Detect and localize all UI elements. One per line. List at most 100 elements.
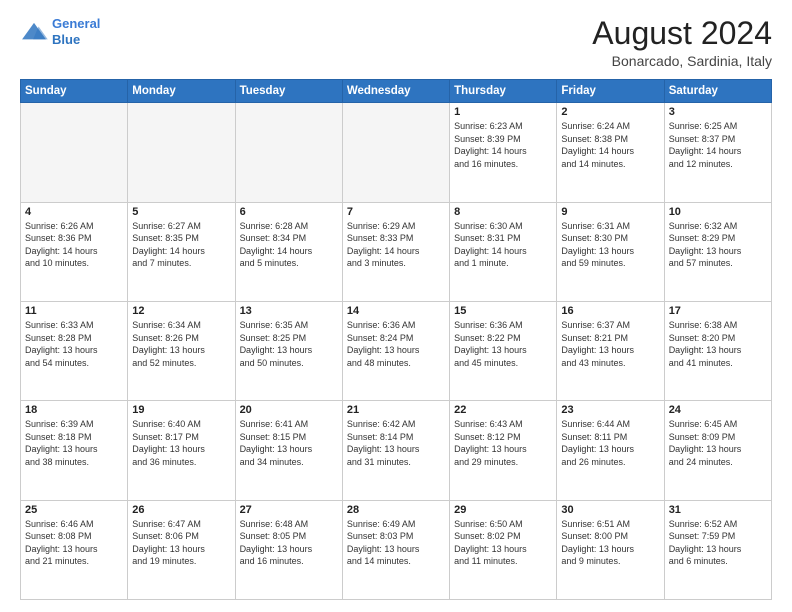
table-row: 2 Sunrise: 6:24 AM Sunset: 8:38 PM Daylig… xyxy=(557,103,664,202)
logo-icon xyxy=(20,21,48,43)
header-wednesday: Wednesday xyxy=(342,80,449,103)
table-row: 15 Sunrise: 6:36 AM Sunset: 8:22 PM Dayli… xyxy=(450,301,557,400)
day-info: Sunrise: 6:47 AM Sunset: 8:06 PM Dayligh… xyxy=(132,518,230,568)
day-number: 10 xyxy=(669,206,767,218)
day-number: 29 xyxy=(454,504,552,516)
day-info: Sunrise: 6:37 AM Sunset: 8:21 PM Dayligh… xyxy=(561,319,659,369)
day-number: 18 xyxy=(25,404,123,416)
calendar-week-row: 18 Sunrise: 6:39 AM Sunset: 8:18 PM Dayli… xyxy=(21,401,772,500)
logo-general: General xyxy=(52,16,100,31)
logo-text: General Blue xyxy=(52,16,100,47)
day-number: 12 xyxy=(132,305,230,317)
day-info: Sunrise: 6:45 AM Sunset: 8:09 PM Dayligh… xyxy=(669,418,767,468)
table-row: 13 Sunrise: 6:35 AM Sunset: 8:25 PM Dayli… xyxy=(235,301,342,400)
day-info: Sunrise: 6:24 AM Sunset: 8:38 PM Dayligh… xyxy=(561,120,659,170)
day-info: Sunrise: 6:40 AM Sunset: 8:17 PM Dayligh… xyxy=(132,418,230,468)
day-number: 31 xyxy=(669,504,767,516)
table-row: 20Sunrise: 6:41 AM Sunset: 8:15 PM Dayli… xyxy=(235,401,342,500)
subtitle: Bonarcado, Sardinia, Italy xyxy=(592,53,772,69)
table-row: 9 Sunrise: 6:31 AM Sunset: 8:30 PM Daylig… xyxy=(557,202,664,301)
header: General Blue August 2024 Bonarcado, Sard… xyxy=(20,16,772,69)
header-friday: Friday xyxy=(557,80,664,103)
table-row xyxy=(342,103,449,202)
logo: General Blue xyxy=(20,16,100,47)
day-number: 3 xyxy=(669,106,767,118)
day-number: 6 xyxy=(240,206,338,218)
table-row xyxy=(21,103,128,202)
day-number: 8 xyxy=(454,206,552,218)
table-row: 8Sunrise: 6:30 AM Sunset: 8:31 PM Daylig… xyxy=(450,202,557,301)
header-saturday: Saturday xyxy=(664,80,771,103)
day-number: 19 xyxy=(132,404,230,416)
day-info: Sunrise: 6:27 AM Sunset: 8:35 PM Dayligh… xyxy=(132,220,230,270)
day-info: Sunrise: 6:36 AM Sunset: 8:22 PM Dayligh… xyxy=(454,319,552,369)
table-row: 29 Sunrise: 6:50 AM Sunset: 8:02 PM Dayli… xyxy=(450,500,557,599)
main-title: August 2024 xyxy=(592,16,772,51)
day-info: Sunrise: 6:31 AM Sunset: 8:30 PM Dayligh… xyxy=(561,220,659,270)
header-thursday: Thursday xyxy=(450,80,557,103)
table-row: 25 Sunrise: 6:46 AM Sunset: 8:08 PM Dayli… xyxy=(21,500,128,599)
day-number: 9 xyxy=(561,206,659,218)
day-number: 5 xyxy=(132,206,230,218)
table-row: 26 Sunrise: 6:47 AM Sunset: 8:06 PM Dayli… xyxy=(128,500,235,599)
day-number: 4 xyxy=(25,206,123,218)
table-row: 16 Sunrise: 6:37 AM Sunset: 8:21 PM Dayli… xyxy=(557,301,664,400)
header-sunday: Sunday xyxy=(21,80,128,103)
day-number: 30 xyxy=(561,504,659,516)
day-info: Sunrise: 6:36 AM Sunset: 8:24 PM Dayligh… xyxy=(347,319,445,369)
day-number: 26 xyxy=(132,504,230,516)
calendar-week-row: 11Sunrise: 6:33 AM Sunset: 8:28 PM Dayli… xyxy=(21,301,772,400)
day-number: 27 xyxy=(240,504,338,516)
table-row: 6 Sunrise: 6:28 AM Sunset: 8:34 PM Daylig… xyxy=(235,202,342,301)
title-block: August 2024 Bonarcado, Sardinia, Italy xyxy=(592,16,772,69)
day-info: Sunrise: 6:50 AM Sunset: 8:02 PM Dayligh… xyxy=(454,518,552,568)
day-number: 2 xyxy=(561,106,659,118)
day-info: Sunrise: 6:35 AM Sunset: 8:25 PM Dayligh… xyxy=(240,319,338,369)
table-row: 7 Sunrise: 6:29 AM Sunset: 8:33 PM Daylig… xyxy=(342,202,449,301)
calendar-week-row: 1Sunrise: 6:23 AM Sunset: 8:39 PM Daylig… xyxy=(21,103,772,202)
calendar-table: Sunday Monday Tuesday Wednesday Thursday… xyxy=(20,79,772,600)
day-info: Sunrise: 6:33 AM Sunset: 8:28 PM Dayligh… xyxy=(25,319,123,369)
day-number: 24 xyxy=(669,404,767,416)
table-row: 4Sunrise: 6:26 AM Sunset: 8:36 PM Daylig… xyxy=(21,202,128,301)
day-info: Sunrise: 6:38 AM Sunset: 8:20 PM Dayligh… xyxy=(669,319,767,369)
table-row xyxy=(235,103,342,202)
day-info: Sunrise: 6:42 AM Sunset: 8:14 PM Dayligh… xyxy=(347,418,445,468)
day-number: 7 xyxy=(347,206,445,218)
day-info: Sunrise: 6:28 AM Sunset: 8:34 PM Dayligh… xyxy=(240,220,338,270)
day-info: Sunrise: 6:46 AM Sunset: 8:08 PM Dayligh… xyxy=(25,518,123,568)
table-row: 21 Sunrise: 6:42 AM Sunset: 8:14 PM Dayli… xyxy=(342,401,449,500)
table-row: 31Sunrise: 6:52 AM Sunset: 7:59 PM Dayli… xyxy=(664,500,771,599)
day-info: Sunrise: 6:44 AM Sunset: 8:11 PM Dayligh… xyxy=(561,418,659,468)
day-number: 13 xyxy=(240,305,338,317)
day-info: Sunrise: 6:29 AM Sunset: 8:33 PM Dayligh… xyxy=(347,220,445,270)
weekday-header-row: Sunday Monday Tuesday Wednesday Thursday… xyxy=(21,80,772,103)
day-info: Sunrise: 6:48 AM Sunset: 8:05 PM Dayligh… xyxy=(240,518,338,568)
day-info: Sunrise: 6:25 AM Sunset: 8:37 PM Dayligh… xyxy=(669,120,767,170)
day-number: 25 xyxy=(25,504,123,516)
table-row: 24 Sunrise: 6:45 AM Sunset: 8:09 PM Dayli… xyxy=(664,401,771,500)
day-info: Sunrise: 6:34 AM Sunset: 8:26 PM Dayligh… xyxy=(132,319,230,369)
table-row: 23Sunrise: 6:44 AM Sunset: 8:11 PM Dayli… xyxy=(557,401,664,500)
day-info: Sunrise: 6:51 AM Sunset: 8:00 PM Dayligh… xyxy=(561,518,659,568)
table-row: 18 Sunrise: 6:39 AM Sunset: 8:18 PM Dayli… xyxy=(21,401,128,500)
table-row: 19 Sunrise: 6:40 AM Sunset: 8:17 PM Dayli… xyxy=(128,401,235,500)
table-row: 1Sunrise: 6:23 AM Sunset: 8:39 PM Daylig… xyxy=(450,103,557,202)
day-info: Sunrise: 6:39 AM Sunset: 8:18 PM Dayligh… xyxy=(25,418,123,468)
day-number: 28 xyxy=(347,504,445,516)
calendar-week-row: 4Sunrise: 6:26 AM Sunset: 8:36 PM Daylig… xyxy=(21,202,772,301)
day-info: Sunrise: 6:43 AM Sunset: 8:12 PM Dayligh… xyxy=(454,418,552,468)
day-number: 14 xyxy=(347,305,445,317)
day-number: 1 xyxy=(454,106,552,118)
table-row: 28Sunrise: 6:49 AM Sunset: 8:03 PM Dayli… xyxy=(342,500,449,599)
header-monday: Monday xyxy=(128,80,235,103)
table-row: 30 Sunrise: 6:51 AM Sunset: 8:00 PM Dayli… xyxy=(557,500,664,599)
table-row: 14 Sunrise: 6:36 AM Sunset: 8:24 PM Dayli… xyxy=(342,301,449,400)
table-row xyxy=(128,103,235,202)
day-number: 20 xyxy=(240,404,338,416)
day-number: 16 xyxy=(561,305,659,317)
table-row: 17Sunrise: 6:38 AM Sunset: 8:20 PM Dayli… xyxy=(664,301,771,400)
day-number: 15 xyxy=(454,305,552,317)
day-number: 21 xyxy=(347,404,445,416)
header-tuesday: Tuesday xyxy=(235,80,342,103)
